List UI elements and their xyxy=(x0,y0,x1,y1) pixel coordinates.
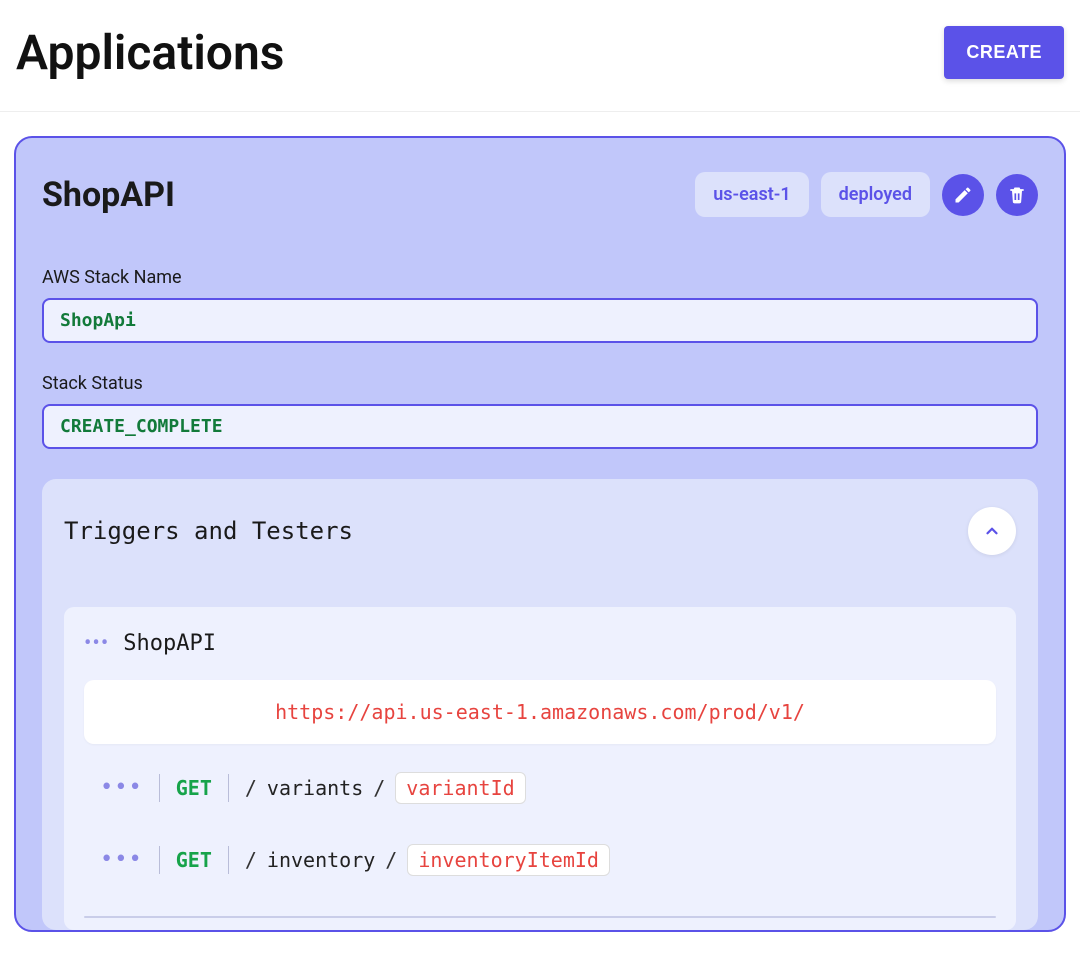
stack-status-value: CREATE_COMPLETE xyxy=(42,404,1038,449)
path-param[interactable]: variantId xyxy=(395,772,525,804)
chevron-up-icon xyxy=(983,522,1001,540)
endpoint-row[interactable]: ••• GET / inventory / inventoryItemId xyxy=(84,844,996,876)
stack-name-label: AWS Stack Name xyxy=(42,267,1038,288)
collapse-button[interactable] xyxy=(968,507,1016,555)
page-header: Applications CREATE xyxy=(0,0,1080,112)
page-title: Applications xyxy=(16,24,284,81)
region-badge: us-east-1 xyxy=(695,172,808,217)
base-url[interactable]: https://api.us-east-1.amazonaws.com/prod… xyxy=(84,680,996,744)
path-slash: / xyxy=(385,848,397,872)
api-name: ShopAPI xyxy=(123,631,216,656)
menu-dots-icon[interactable]: ••• xyxy=(84,633,109,655)
path-segment: variants xyxy=(267,776,363,800)
field-stack-status: Stack Status CREATE_COMPLETE xyxy=(42,373,1038,449)
card-actions: us-east-1 deployed xyxy=(695,172,1038,217)
divider xyxy=(228,774,229,802)
create-button[interactable]: CREATE xyxy=(944,26,1064,79)
application-card: ShopAPI us-east-1 deployed AWS Stack Nam… xyxy=(14,136,1066,932)
path-slash: / xyxy=(245,848,257,872)
delete-button[interactable] xyxy=(996,174,1038,216)
status-badge: deployed xyxy=(821,172,930,217)
http-method: GET xyxy=(176,848,212,872)
path-slash: / xyxy=(245,776,257,800)
pencil-icon xyxy=(953,185,973,205)
api-title-row: ••• ShopAPI xyxy=(84,631,996,656)
stack-status-label: Stack Status xyxy=(42,373,1038,394)
triggers-header: Triggers and Testers xyxy=(64,507,1016,555)
menu-dots-icon[interactable]: ••• xyxy=(100,777,143,799)
card-header: ShopAPI us-east-1 deployed xyxy=(42,172,1038,217)
bottom-divider xyxy=(84,916,996,918)
application-title: ShopAPI xyxy=(42,175,175,215)
path-segment: inventory xyxy=(267,848,375,872)
triggers-inner: ••• ShopAPI https://api.us-east-1.amazon… xyxy=(64,607,1016,930)
triggers-panel: Triggers and Testers ••• ShopAPI https:/… xyxy=(42,479,1038,930)
menu-dots-icon[interactable]: ••• xyxy=(100,849,143,871)
endpoint-row[interactable]: ••• GET / variants / variantId xyxy=(84,772,996,804)
edit-button[interactable] xyxy=(942,174,984,216)
field-stack-name: AWS Stack Name ShopApi xyxy=(42,267,1038,343)
path-slash: / xyxy=(373,776,385,800)
stack-name-value: ShopApi xyxy=(42,298,1038,343)
divider xyxy=(159,774,160,802)
divider xyxy=(228,846,229,874)
http-method: GET xyxy=(176,776,212,800)
triggers-title: Triggers and Testers xyxy=(64,517,353,545)
divider xyxy=(159,846,160,874)
trash-icon xyxy=(1007,185,1027,205)
path-param[interactable]: inventoryItemId xyxy=(407,844,610,876)
